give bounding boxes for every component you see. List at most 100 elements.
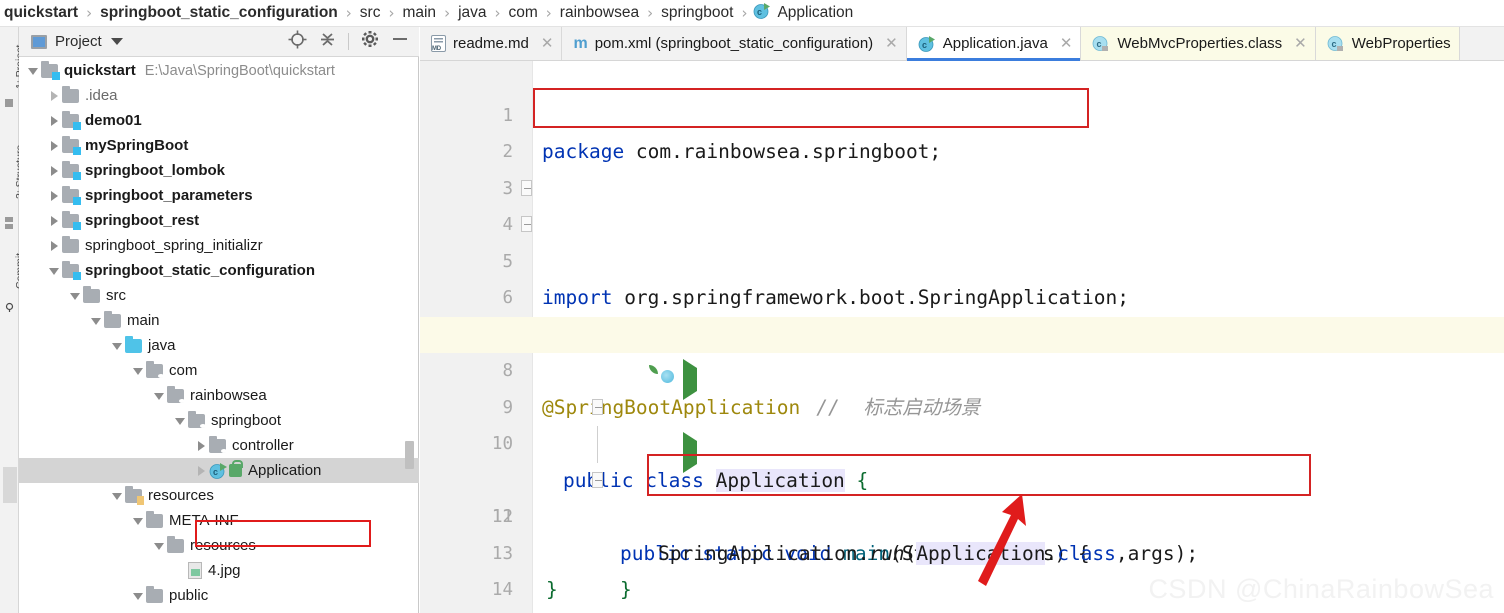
tree-item-springboot[interactable]: springboot (19, 408, 419, 433)
spring-bean-class-gutter-icon[interactable] (516, 324, 538, 346)
settings-gear-icon[interactable] (361, 30, 379, 53)
tree-item-com[interactable]: com (19, 358, 419, 383)
chevron-right-icon[interactable] (48, 133, 62, 158)
project-tree-scrollbar[interactable] (405, 58, 414, 613)
code-content[interactable]: 1 package com.rainbowsea.springboot; 2 3… (420, 61, 1504, 613)
code-line[interactable]: 2 (420, 98, 1504, 135)
chevron-down-icon[interactable] (132, 358, 146, 383)
code-line[interactable]: 6 (420, 244, 1504, 281)
breadcrumb-separator-icon: › (80, 4, 98, 22)
breadcrumb-item-com[interactable]: com (507, 4, 540, 22)
left-tool-strip: 1: Project 2: Structure Commit (0, 27, 19, 613)
minimize-icon[interactable] (391, 30, 409, 53)
tree-item-application[interactable]: cApplication (19, 458, 419, 483)
chevron-right-icon[interactable] (48, 108, 62, 133)
chevron-down-icon[interactable] (27, 58, 41, 83)
chevron-down-icon[interactable] (132, 508, 146, 533)
tree-item-meta-inf[interactable]: META-INF (19, 508, 419, 533)
tree-item-springboot-parameters[interactable]: springboot_parameters (19, 183, 419, 208)
fold-marker-icon[interactable] (521, 180, 532, 196)
tree-item--idea[interactable]: .idea (19, 83, 419, 108)
tree-item-quickstart[interactable]: quickstartE:\Java\SpringBoot\quickstart (19, 58, 419, 83)
tree-item-springboot-static-configuration[interactable]: springboot_static_configuration (19, 258, 419, 283)
tab-application-java[interactable]: c Application.java ✕ (907, 27, 1082, 60)
chevron-down-icon[interactable] (111, 333, 125, 358)
chevron-right-icon[interactable] (48, 183, 62, 208)
fold-marker-icon[interactable] (592, 399, 603, 415)
code-line[interactable]: 7 @SpringBootApplication// 标志启动场景 (420, 280, 1504, 317)
chevron-right-icon[interactable] (48, 158, 62, 183)
spring-bean-gutter-icon[interactable] (518, 288, 540, 310)
code-editor[interactable]: 1 package com.rainbowsea.springboot; 2 3… (420, 61, 1504, 613)
fold-marker-icon[interactable] (592, 472, 603, 488)
breadcrumb-separator-icon: › (382, 4, 400, 22)
code-line[interactable]: 11 SpringApplication.run(Application.cla… (420, 426, 1504, 463)
code-line[interactable]: 13 } (420, 499, 1504, 536)
run-gutter-icon[interactable] (542, 326, 564, 348)
chevron-right-icon[interactable] (48, 208, 62, 233)
chevron-down-icon[interactable] (153, 533, 167, 558)
code-line[interactable]: 12 } (420, 463, 1504, 500)
locate-target-icon[interactable] (288, 30, 307, 54)
chevron-down-icon[interactable] (90, 308, 104, 333)
tree-item-springboot-lombok[interactable]: springboot_lombok (19, 158, 419, 183)
chevron-down-icon[interactable] (111, 483, 125, 508)
breadcrumb-item-springboot[interactable]: springboot (659, 4, 735, 22)
close-icon[interactable]: ✕ (1294, 36, 1307, 51)
chevron-right-icon[interactable] (195, 433, 209, 458)
tree-item-demo01[interactable]: demo01 (19, 108, 419, 133)
code-line[interactable]: 5 import org.springframework.boot.autoco… (420, 207, 1504, 244)
scrollbar-thumb[interactable] (405, 441, 414, 469)
markdown-icon (431, 35, 446, 52)
tree-item-main[interactable]: main (19, 308, 419, 333)
code-line[interactable]: 14 (420, 536, 1504, 573)
tree-item-public[interactable]: public (19, 583, 419, 608)
project-tree[interactable]: quickstartE:\Java\SpringBoot\quickstart.… (19, 58, 419, 613)
chevron-down-icon[interactable] (69, 283, 83, 308)
close-icon[interactable]: ✕ (1060, 36, 1073, 51)
breadcrumb-item-rainbowsea[interactable]: rainbowsea (558, 4, 641, 22)
fold-marker-icon[interactable] (521, 216, 532, 232)
collapse-all-icon[interactable] (319, 30, 336, 54)
run-main-gutter-icon[interactable] (542, 399, 564, 421)
close-icon[interactable]: ✕ (541, 36, 554, 51)
code-line-current[interactable]: 8 public class Application { (420, 317, 1504, 354)
breadcrumb-item-java[interactable]: java (456, 4, 488, 22)
chevron-right-icon[interactable] (195, 458, 209, 483)
tree-item-rainbowsea[interactable]: rainbowsea (19, 383, 419, 408)
chevron-down-icon[interactable] (132, 583, 146, 608)
tree-item-src[interactable]: src (19, 283, 419, 308)
code-line[interactable]: 9 (420, 353, 1504, 390)
chevron-right-icon[interactable] (48, 83, 62, 108)
code-line[interactable]: 3 (420, 134, 1504, 171)
tab-webproperties-class[interactable]: c WebProperties (1316, 27, 1460, 60)
tree-item-resources[interactable]: resources (19, 533, 419, 558)
close-icon[interactable]: ✕ (885, 36, 898, 51)
tree-item-java[interactable]: java (19, 333, 419, 358)
tab-webmvcproperties-class[interactable]: c WebMvcProperties.class ✕ (1081, 27, 1315, 60)
tree-item-controller[interactable]: controller (19, 433, 419, 458)
chevron-right-icon[interactable] (48, 233, 62, 258)
folder-plain-icon (104, 314, 121, 328)
tree-item-springboot-rest[interactable]: springboot_rest (19, 208, 419, 233)
code-line[interactable]: 1 package com.rainbowsea.springboot; (420, 61, 1504, 98)
chevron-down-icon[interactable] (153, 383, 167, 408)
code-line[interactable]: 10 public static void main(String[] args… (420, 390, 1504, 427)
breadcrumb-item-main[interactable]: main (400, 4, 438, 22)
tree-item-label: META-INF (169, 512, 239, 529)
tree-item-springboot-spring-initializr[interactable]: springboot_spring_initializr (19, 233, 419, 258)
tree-item-resources[interactable]: resources (19, 483, 419, 508)
breadcrumb-item-src[interactable]: src (358, 4, 383, 22)
code-line[interactable]: 4 import org.springframework.boot.Spring… (420, 171, 1504, 208)
breadcrumb-item-module[interactable]: springboot_static_configuration (98, 4, 340, 22)
tree-item-myspringboot[interactable]: mySpringBoot (19, 133, 419, 158)
breadcrumb-item-quickstart[interactable]: quickstart (2, 4, 80, 22)
chevron-down-icon[interactable] (111, 38, 123, 45)
chevron-down-icon[interactable] (48, 258, 62, 283)
breadcrumb-item-application[interactable]: Application (775, 4, 855, 22)
tree-item-4-jpg[interactable]: 4.jpg (19, 558, 419, 583)
chevron-down-icon[interactable] (174, 408, 188, 433)
tab-pom-xml[interactable]: m pom.xml (springboot_static_configurati… (562, 27, 906, 60)
tree-item-label: quickstart (64, 62, 136, 79)
tab-readme-md[interactable]: readme.md ✕ (420, 27, 562, 60)
